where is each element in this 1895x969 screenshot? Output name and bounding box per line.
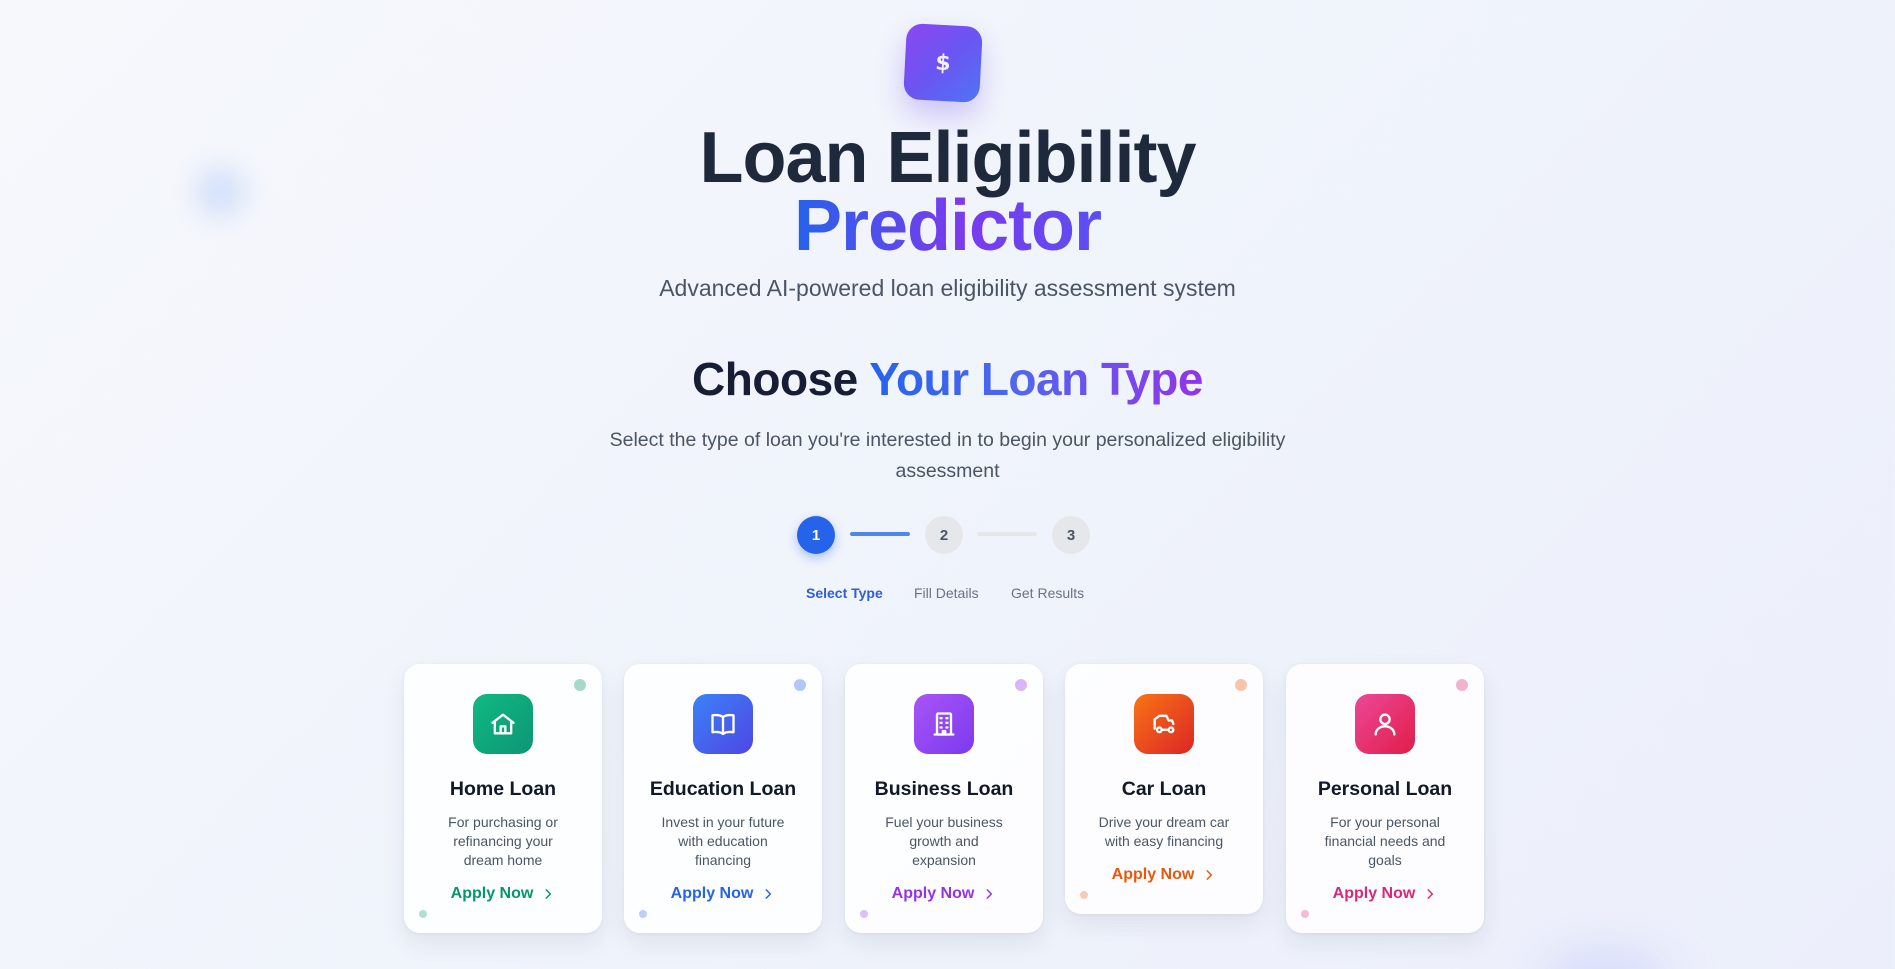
- page-title-highlight: Predictor: [793, 186, 1102, 266]
- card-title: Personal Loan: [1317, 778, 1453, 800]
- card-description: For purchasing or refinancing your dream…: [448, 814, 558, 868]
- decorative-dot: [1080, 891, 1088, 899]
- decorative-dot: [860, 910, 868, 918]
- card-description: Invest in your future with education fin…: [661, 814, 785, 868]
- personal-loan-card[interactable]: Personal Loan For your personal financial…: [1286, 664, 1484, 933]
- home-loan-card[interactable]: Home Loan For purchasing or refinancing y…: [404, 664, 602, 933]
- step-1-indicator: 1: [797, 516, 835, 554]
- section-description: Select the type of loan you're intereste…: [609, 429, 1286, 482]
- background-blob: [1540, 948, 1670, 969]
- chevron-right-icon: [1206, 870, 1213, 880]
- apply-now-button[interactable]: Apply Now: [451, 885, 556, 933]
- decorative-dot: [794, 679, 806, 691]
- apply-now-label: Apply Now: [891, 885, 975, 902]
- decorative-dot: [1235, 679, 1247, 691]
- car-icon: [1134, 694, 1194, 754]
- card-title: Business Loan: [874, 778, 1014, 800]
- card-description: For your personal financial needs and go…: [1324, 814, 1446, 868]
- apply-now-button[interactable]: Apply Now: [1112, 866, 1217, 914]
- section-title: Choose Your Loan Type: [0, 352, 1895, 406]
- decorative-dot: [1015, 679, 1027, 691]
- apply-now-button[interactable]: Apply Now: [1333, 885, 1438, 933]
- page-title-line2: Predictor: [0, 190, 1895, 262]
- decorative-dot: [639, 910, 647, 918]
- car-loan-card[interactable]: Car Loan Drive your dream car with easy f…: [1065, 664, 1263, 914]
- step-3-label: Get Results: [1011, 585, 1085, 601]
- card-title: Car Loan: [1121, 778, 1207, 800]
- chevron-right-icon: [986, 889, 993, 899]
- step-2-label: Fill Details: [914, 585, 979, 601]
- app-logo: $: [903, 23, 983, 103]
- apply-now-label: Apply Now: [450, 885, 534, 902]
- step-2-indicator: 2: [925, 516, 963, 554]
- step-connector-2: [977, 532, 1037, 536]
- step-3-indicator: 3: [1052, 516, 1090, 554]
- apply-now-label: Apply Now: [1332, 885, 1416, 902]
- decorative-dot: [1301, 910, 1309, 918]
- business-loan-card[interactable]: Business Loan Fuel your business growth a…: [845, 664, 1043, 933]
- dollar-icon: $: [934, 50, 952, 76]
- home-icon: [473, 694, 533, 754]
- step-1-label: Select Type: [806, 585, 883, 601]
- card-title: Education Loan: [649, 778, 797, 800]
- page-title-line1: Loan Eligibility: [699, 118, 1196, 198]
- user-icon: [1355, 694, 1415, 754]
- apply-now-button[interactable]: Apply Now: [671, 885, 776, 933]
- chevron-right-icon: [1427, 889, 1434, 899]
- building-icon: [914, 694, 974, 754]
- page-subtitle: Advanced AI-powered loan eligibility ass…: [659, 275, 1236, 301]
- decorative-dot: [419, 910, 427, 918]
- decorative-dot: [574, 679, 586, 691]
- apply-now-label: Apply Now: [1111, 866, 1195, 883]
- card-description: Fuel your business growth and expansion: [885, 814, 1003, 868]
- section-title-part1: Choose: [692, 353, 858, 405]
- book-icon: [693, 694, 753, 754]
- card-title: Home Loan: [449, 778, 557, 800]
- chevron-right-icon: [545, 889, 552, 899]
- decorative-dot: [1456, 679, 1468, 691]
- step-connector-1: [850, 532, 910, 536]
- chevron-right-icon: [765, 889, 772, 899]
- education-loan-card[interactable]: Education Loan Invest in your future with…: [624, 664, 822, 933]
- card-description: Drive your dream car with easy financing: [1098, 814, 1230, 849]
- apply-now-button[interactable]: Apply Now: [892, 885, 997, 933]
- section-title-part2: Your Loan Type: [869, 353, 1203, 405]
- apply-now-label: Apply Now: [670, 885, 754, 902]
